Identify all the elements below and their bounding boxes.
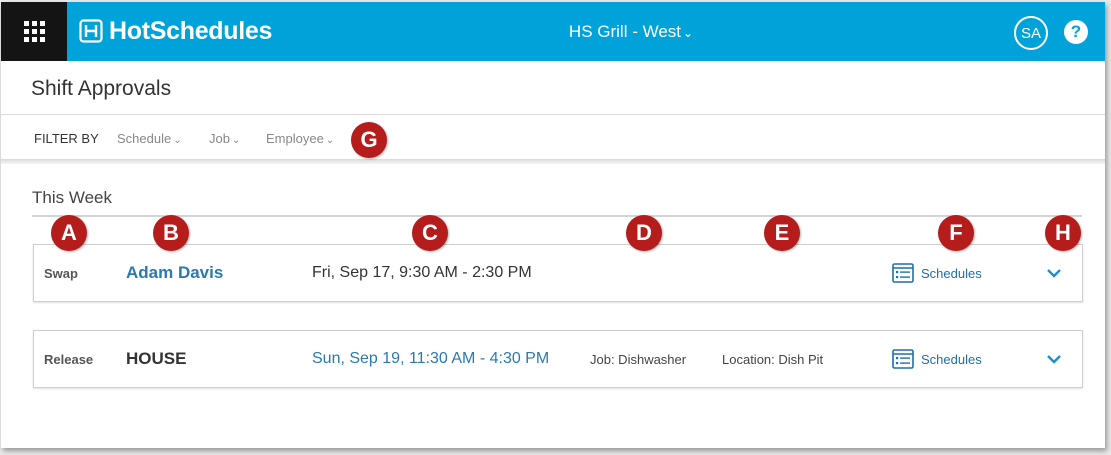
expand-button[interactable] xyxy=(1042,245,1066,301)
callout-marker: D xyxy=(626,215,662,251)
schedules-label: Schedules xyxy=(921,265,982,281)
schedules-link[interactable]: Schedules xyxy=(892,245,982,301)
brand-logo[interactable]: HotSchedules xyxy=(79,16,272,46)
chevron-down-icon: ⌄ xyxy=(683,26,694,40)
shift-job: Job: Dishwasher xyxy=(590,351,687,367)
callout-marker: C xyxy=(412,215,448,251)
section-title: This Week xyxy=(32,188,112,207)
location-selector[interactable]: HS Grill - West ⌄ xyxy=(541,22,721,42)
schedules-label: Schedules xyxy=(921,351,982,367)
brand-name: HotSchedules xyxy=(109,16,273,45)
request-card[interactable]: Swap Adam Davis Fri, Sep 17, 9:30 AM - 2… xyxy=(33,244,1083,302)
request-card[interactable]: Release HOUSE Sun, Sep 19, 11:30 AM - 4:… xyxy=(33,330,1083,388)
avatar[interactable]: SA xyxy=(1014,16,1048,50)
filter-by-label: FILTER BY xyxy=(34,131,99,146)
schedule-list-icon xyxy=(892,263,914,283)
employee-name: HOUSE xyxy=(126,349,187,368)
chevron-down-icon: ⌄ xyxy=(173,135,182,146)
callout-marker: H xyxy=(1045,215,1081,251)
request-type: Release xyxy=(44,351,94,367)
schedule-list-icon xyxy=(892,349,914,369)
shift-location: Location: Dish Pit xyxy=(722,351,824,367)
request-type: Swap xyxy=(44,265,78,281)
filter-schedule[interactable]: Schedule ⌄ xyxy=(117,131,182,146)
schedules-link[interactable]: Schedules xyxy=(892,331,982,387)
callout-marker: A xyxy=(51,215,87,251)
filter-employee[interactable]: Employee ⌄ xyxy=(266,131,334,146)
expand-button[interactable] xyxy=(1042,331,1066,387)
filter-job[interactable]: Job ⌄ xyxy=(209,131,240,146)
top-bar: HotSchedules HS Grill - West ⌄ SA ? xyxy=(1,2,1105,61)
filter-bar-shadow xyxy=(1,159,1105,164)
filter-label: Job xyxy=(209,131,230,146)
grid-icon xyxy=(23,21,45,42)
section-divider xyxy=(32,215,1082,217)
shift-time: Fri, Sep 17, 9:30 AM - 2:30 PM xyxy=(312,264,532,281)
callout-marker: E xyxy=(764,215,800,251)
callout-marker: B xyxy=(153,215,189,251)
chevron-down-icon: ⌄ xyxy=(325,135,335,146)
location-name: HS Grill - West xyxy=(568,22,681,41)
chevron-down-icon xyxy=(1047,269,1061,278)
callout-marker: F xyxy=(938,215,974,251)
page-title: Shift Approvals xyxy=(31,77,172,100)
help-icon[interactable]: ? xyxy=(1064,20,1088,44)
apps-menu-button[interactable] xyxy=(1,2,67,61)
employee-name-link[interactable]: Adam Davis xyxy=(126,245,223,301)
hotschedules-logo-icon xyxy=(79,19,103,43)
callout-marker: G xyxy=(351,122,387,158)
filter-label: Employee xyxy=(266,131,324,146)
shift-time-link[interactable]: Sun, Sep 19, 11:30 AM - 4:30 PM xyxy=(312,331,562,387)
chevron-down-icon xyxy=(1047,355,1061,364)
filter-bar: FILTER BY Schedule ⌄ Job ⌄ Employee ⌄ xyxy=(1,115,1105,161)
app-window: HotSchedules HS Grill - West ⌄ SA ? Shift… xyxy=(1,2,1105,448)
chevron-down-icon: ⌄ xyxy=(231,135,241,146)
filter-label: Schedule xyxy=(117,131,172,146)
